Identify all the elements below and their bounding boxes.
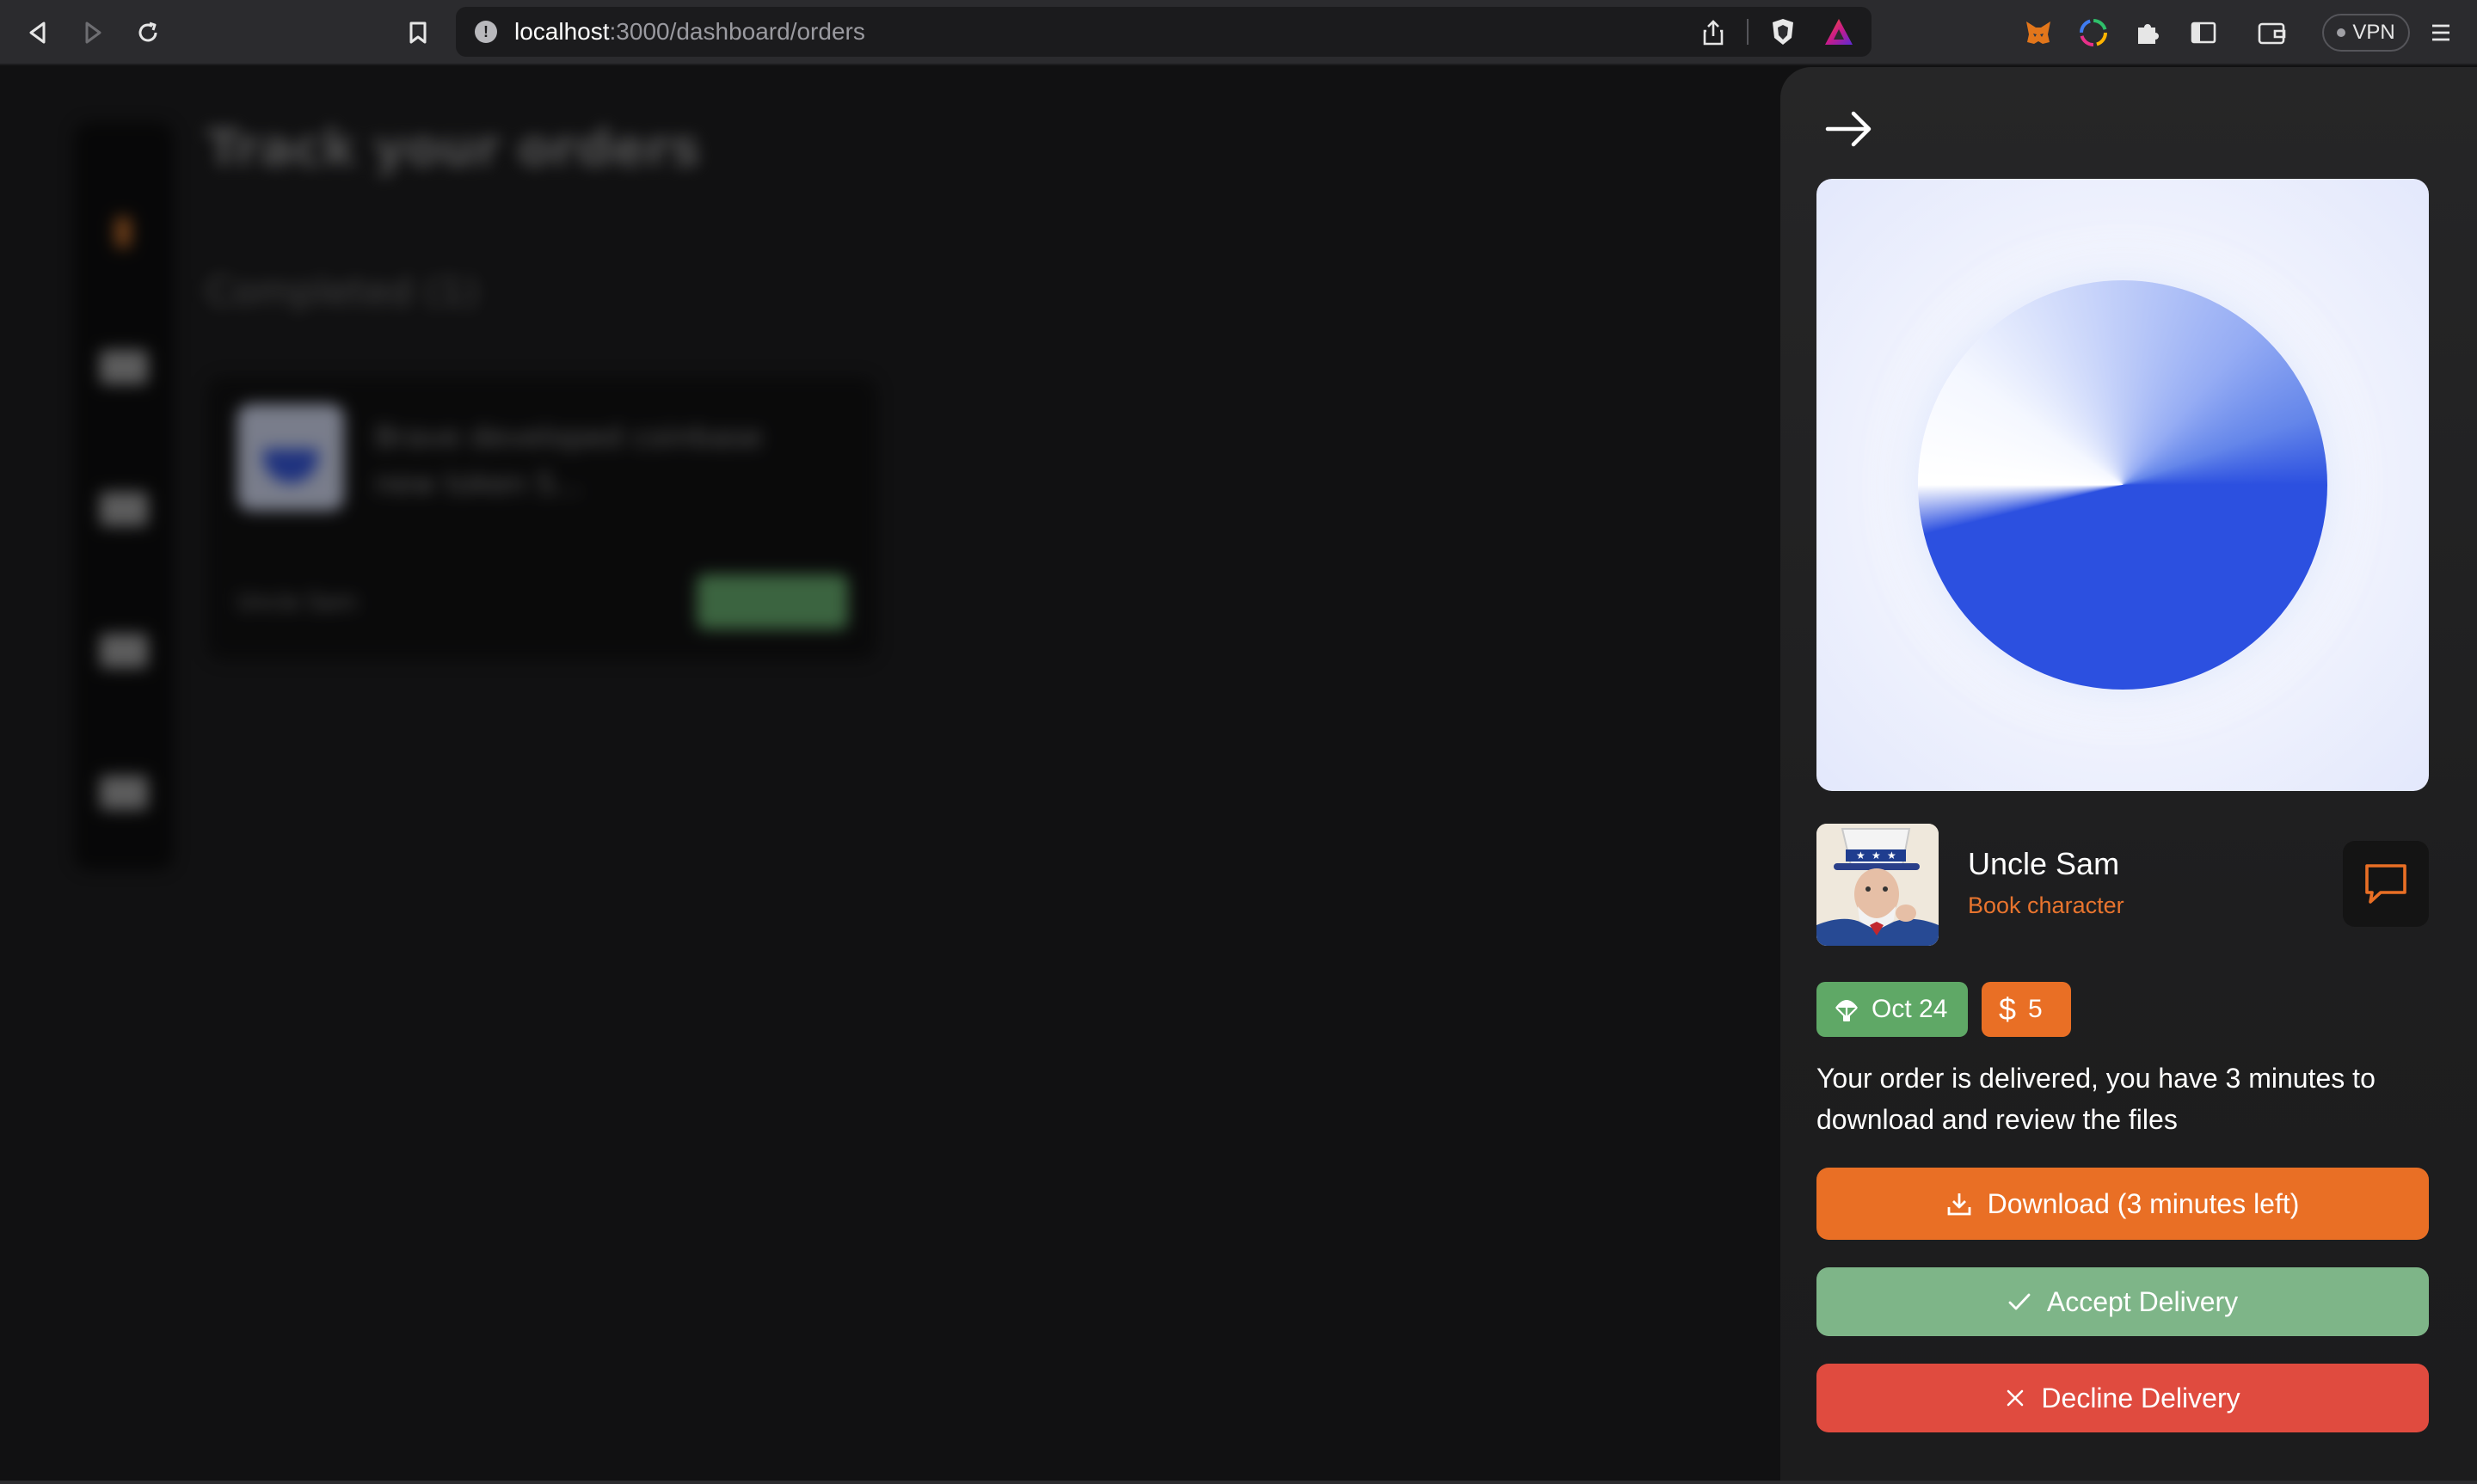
svg-text:★: ★ bbox=[1856, 849, 1865, 862]
order-card-user: Uncle Sam bbox=[237, 590, 358, 616]
checkmark-icon bbox=[2008, 1293, 2031, 1310]
window-bottom-edge bbox=[0, 1481, 2477, 1484]
svg-text:★: ★ bbox=[1887, 849, 1896, 862]
nav-profile-icon bbox=[100, 776, 148, 810]
order-card-status-badge bbox=[697, 574, 848, 629]
seller-info: ★ ★ ★ Uncle Sam Book character bbox=[1816, 824, 2429, 946]
price-value: 5 bbox=[2028, 995, 2043, 1023]
close-drawer-arrow-icon[interactable] bbox=[1822, 101, 1877, 156]
color-wheel-extension-icon[interactable] bbox=[2076, 15, 2111, 50]
seller-name: Uncle Sam bbox=[1968, 846, 2120, 881]
price-badge: $ 5 bbox=[1982, 982, 2071, 1037]
decline-delivery-button[interactable]: Decline Delivery bbox=[1816, 1364, 2429, 1432]
vpn-status-dot bbox=[2337, 28, 2346, 37]
blurred-content: Track your orders Completed (1) Brave de… bbox=[0, 67, 946, 870]
order-card: Brave developed coinbase new token S... … bbox=[206, 377, 877, 660]
brave-shields-icon[interactable] bbox=[1768, 17, 1798, 50]
bookmark-icon[interactable] bbox=[401, 15, 435, 50]
nav-payments-icon bbox=[100, 634, 148, 668]
wallet-icon[interactable] bbox=[2255, 15, 2290, 50]
vpn-button[interactable]: VPN bbox=[2322, 14, 2410, 52]
order-detail-drawer: ★ ★ ★ Uncle Sam Book character Oct 24 $ bbox=[1780, 67, 2477, 1484]
download-button-label: Download (3 minutes left) bbox=[1987, 1187, 2300, 1219]
extensions-puzzle-icon[interactable] bbox=[2131, 15, 2166, 50]
dollar-icon: $ bbox=[1999, 991, 2017, 1027]
back-icon[interactable] bbox=[21, 15, 55, 50]
forward-icon[interactable] bbox=[76, 15, 110, 50]
delivery-date-badge: Oct 24 bbox=[1816, 982, 1968, 1037]
order-card-thumbnail bbox=[237, 404, 344, 511]
nav-analytics-icon bbox=[100, 350, 148, 384]
decline-delivery-label: Decline Delivery bbox=[2041, 1382, 2240, 1413]
browser-toolbar: localhost:3000/dashboard/orders VPN bbox=[0, 0, 2477, 65]
vpn-label: VPN bbox=[2352, 21, 2395, 44]
delivery-message: Your order is delivered, you have 3 minu… bbox=[1816, 1063, 2376, 1135]
page-title: Track your orders bbox=[206, 119, 701, 177]
accept-delivery-label: Accept Delivery bbox=[2046, 1285, 2239, 1317]
accept-delivery-button[interactable]: Accept Delivery bbox=[1816, 1267, 2429, 1336]
download-icon bbox=[1947, 1193, 1970, 1216]
address-bar[interactable]: localhost:3000/dashboard/orders bbox=[456, 7, 1872, 57]
order-preview-graphic bbox=[1918, 280, 2327, 690]
svg-text:★: ★ bbox=[1872, 849, 1881, 862]
menu-icon[interactable] bbox=[2424, 15, 2458, 50]
download-button[interactable]: Download (3 minutes left) bbox=[1816, 1168, 2429, 1240]
brave-rewards-icon[interactable] bbox=[1823, 17, 1854, 50]
order-badges: Oct 24 $ 5 bbox=[1816, 982, 2071, 1037]
seller-role: Book character bbox=[1968, 892, 2124, 918]
sidebar-toggle-icon[interactable] bbox=[2186, 15, 2221, 50]
close-x-icon bbox=[2007, 1389, 2024, 1407]
nav-orders-icon bbox=[115, 217, 131, 248]
section-title: Completed (1) bbox=[206, 270, 479, 314]
url-text[interactable]: localhost:3000/dashboard/orders bbox=[514, 18, 865, 46]
share-icon[interactable] bbox=[1701, 19, 1725, 50]
site-info-icon[interactable] bbox=[475, 21, 497, 43]
side-nav bbox=[74, 122, 174, 870]
chat-button[interactable] bbox=[2343, 841, 2429, 927]
reload-icon[interactable] bbox=[131, 15, 165, 50]
chat-bubble-icon bbox=[2365, 864, 2406, 904]
delivery-date: Oct 24 bbox=[1872, 995, 1948, 1023]
order-card-title: Brave developed coinbase new token S... bbox=[375, 420, 763, 501]
order-preview-image bbox=[1816, 179, 2429, 791]
parachute-icon bbox=[1835, 1000, 1858, 1021]
nav-shop-icon bbox=[100, 492, 148, 526]
seller-avatar[interactable]: ★ ★ ★ bbox=[1816, 824, 1939, 946]
address-bar-divider bbox=[1747, 19, 1749, 45]
metamask-icon[interactable] bbox=[2021, 15, 2056, 50]
